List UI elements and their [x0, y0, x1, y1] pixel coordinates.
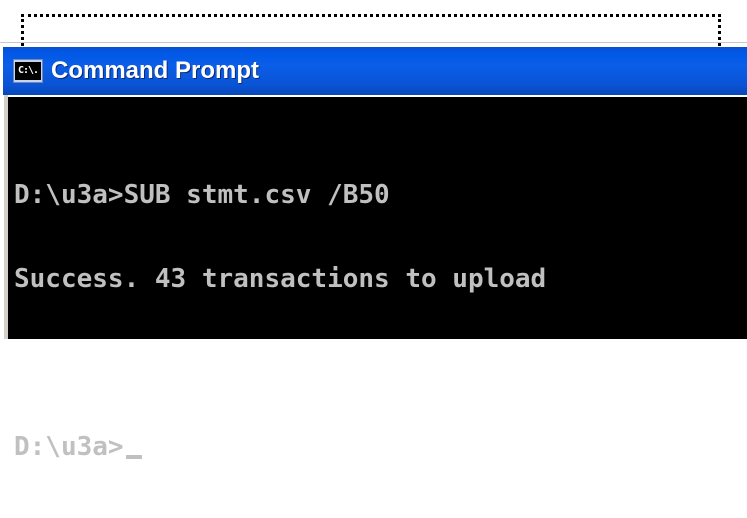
console-output[interactable]: D:\u3a>SUB stmt.csv /B50 Success. 43 tra… [8, 97, 747, 461]
console-prompt: D:\u3a> [14, 432, 124, 462]
cmd-icon-glyph: C:\. [15, 62, 41, 80]
cmd-icon[interactable]: C:\. [13, 59, 43, 83]
command-prompt-window[interactable]: C:\. Command Prompt D:\u3a>SUB stmt.csv … [0, 42, 747, 461]
text-cursor [125, 455, 142, 459]
console-line: D:\u3a>SUB stmt.csv /B50 [14, 180, 390, 210]
title-bar[interactable]: C:\. Command Prompt [3, 47, 747, 95]
console-line: Success. 43 transactions to upload [14, 264, 547, 294]
frame-dots-left [21, 329, 24, 338]
frame-dots-right [718, 329, 721, 338]
window-title: Command Prompt [51, 57, 260, 84]
console-prompt-line[interactable]: D:\u3a> [14, 433, 747, 461]
